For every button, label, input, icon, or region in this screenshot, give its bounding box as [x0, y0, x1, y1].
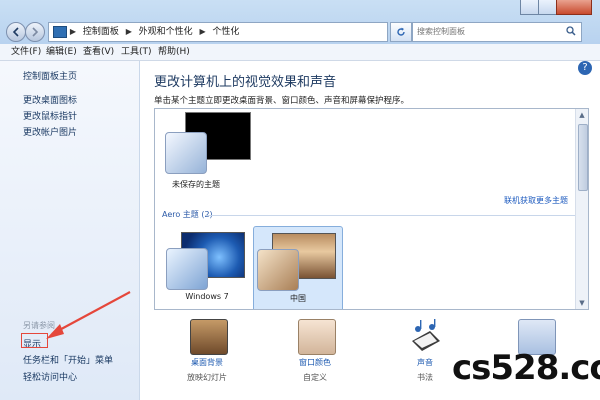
- minimize-button[interactable]: [520, 0, 540, 15]
- sidebar-item-mouse-pointers[interactable]: 更改鼠标指针: [23, 109, 77, 122]
- window-color-icon: [298, 319, 336, 355]
- search-icon[interactable]: [566, 26, 576, 36]
- themes-list[interactable]: 未保存的主题 联机获取更多主题 Aero 主题 (2) Windows 7 中国…: [154, 108, 589, 310]
- folder-icon: [53, 26, 67, 38]
- breadcrumb-separator: ▶: [125, 27, 132, 36]
- setting-name: 窗口颜色: [299, 358, 331, 367]
- watermark: cs528.com: [452, 348, 600, 388]
- search-box: [412, 22, 582, 42]
- unsaved-theme-label: 未保存的主题: [172, 180, 220, 189]
- menu-view[interactable]: 查看(V): [78, 44, 119, 60]
- scroll-up-icon[interactable]: ▲: [577, 110, 587, 120]
- forward-button[interactable]: [25, 22, 45, 42]
- title-bar: ▶ 控制面板 ▶ 外观和个性化 ▶ 个性化: [0, 0, 600, 45]
- menu-bar: 文件(F) 编辑(E) 查看(V) 工具(T) 帮助(H): [0, 44, 600, 61]
- sidebar: 控制面板主页 更改桌面图标 更改鼠标指针 更改帐户图片 另请参阅 显示 任务栏和…: [0, 61, 140, 400]
- search-input[interactable]: [413, 23, 569, 39]
- forward-icon: [32, 27, 39, 37]
- page-title: 更改计算机上的视觉效果和声音: [154, 75, 337, 90]
- address-bar[interactable]: ▶ 控制面板 ▶ 外观和个性化 ▶ 个性化: [48, 22, 388, 42]
- sidebar-item-ease-of-access[interactable]: 轻松访问中心: [23, 370, 77, 383]
- breadcrumb: ▶ 控制面板 ▶ 外观和个性化 ▶ 个性化: [69, 24, 242, 40]
- desktop-background-setting[interactable]: 桌面背景 放映幻灯片: [172, 319, 242, 399]
- see-also-heading: 另请参阅: [23, 321, 55, 330]
- speaker-icon: [412, 319, 440, 351]
- desktop-background-icon: [190, 319, 228, 355]
- window-buttons: [520, 0, 592, 15]
- maximize-button[interactable]: [538, 0, 558, 15]
- setting-value: 放映幻灯片: [187, 373, 227, 382]
- personalization-window: ▶ 控制面板 ▶ 外观和个性化 ▶ 个性化 文件(F) 编辑(E) 查看(V) …: [0, 0, 600, 400]
- sidebar-item-taskbar-start-menu[interactable]: 任务栏和「开始」菜单: [23, 353, 113, 366]
- back-icon: [12, 27, 19, 37]
- breadcrumb-control-panel[interactable]: 控制面板: [80, 24, 122, 40]
- menu-help[interactable]: 帮助(H): [153, 44, 195, 60]
- breadcrumb-separator: ▶: [199, 27, 206, 36]
- display-highlight-box: [21, 333, 48, 348]
- theme-glass: [166, 248, 208, 290]
- scroll-down-icon[interactable]: ▼: [577, 298, 587, 308]
- back-button[interactable]: [6, 22, 26, 42]
- menu-tools[interactable]: 工具(T): [116, 44, 157, 60]
- breadcrumb-appearance[interactable]: 外观和个性化: [136, 24, 196, 40]
- breadcrumb-separator: ▶: [69, 27, 77, 36]
- scrollbar[interactable]: ▲ ▼: [575, 109, 588, 309]
- theme-glass: [257, 249, 299, 291]
- refresh-icon: [397, 27, 405, 36]
- help-icon[interactable]: ?: [578, 61, 592, 75]
- setting-value: 书法: [417, 373, 433, 382]
- sidebar-item-desktop-icons[interactable]: 更改桌面图标: [23, 93, 77, 106]
- sound-setting[interactable]: 声音 书法: [390, 319, 460, 399]
- breadcrumb-personalization[interactable]: 个性化: [209, 24, 242, 40]
- sidebar-item-account-picture[interactable]: 更改帐户图片: [23, 125, 77, 138]
- theme-label: Windows 7: [185, 292, 229, 301]
- section-divider: [205, 215, 575, 216]
- refresh-button[interactable]: [390, 22, 412, 42]
- window-color-setting[interactable]: 窗口颜色 自定义: [280, 319, 350, 399]
- scroll-thumb[interactable]: [578, 124, 588, 191]
- page-subtitle: 单击某个主题立即更改桌面背景、窗口颜色、声音和屏幕保护程序。: [154, 96, 410, 106]
- setting-value: 自定义: [303, 373, 327, 382]
- setting-name: 桌面背景: [191, 358, 223, 367]
- setting-name: 声音: [417, 358, 433, 367]
- unsaved-theme[interactable]: [165, 112, 251, 182]
- sidebar-item-control-panel-home[interactable]: 控制面板主页: [23, 69, 77, 82]
- menu-edit[interactable]: 编辑(E): [41, 44, 82, 60]
- unsaved-theme-glass: [165, 132, 207, 174]
- get-more-themes-link[interactable]: 联机获取更多主题: [504, 195, 568, 206]
- close-button[interactable]: [556, 0, 592, 15]
- theme-windows7[interactable]: Windows 7: [163, 226, 251, 309]
- theme-china[interactable]: 中国: [253, 226, 343, 309]
- theme-label: 中国: [290, 294, 306, 303]
